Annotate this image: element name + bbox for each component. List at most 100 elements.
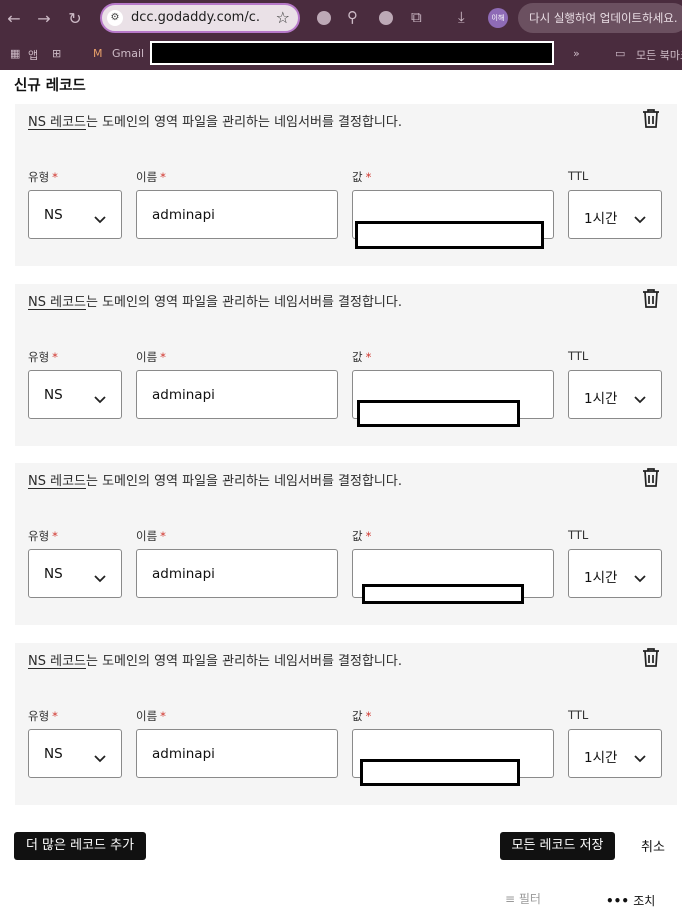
- record-card: NS 레코드는 도메인의 영역 파일을 관리하는 네임서버를 결정합니다. 유형…: [15, 643, 677, 805]
- ttl-label: TTL: [568, 708, 589, 722]
- search-extension-icon[interactable]: ⚲: [347, 8, 358, 26]
- trash-icon: [640, 468, 662, 492]
- ttl-select[interactable]: 1시간: [568, 190, 662, 239]
- record-description: NS 레코드는 도메인의 영역 파일을 관리하는 네임서버를 결정합니다.: [28, 291, 402, 310]
- extension-icon[interactable]: [379, 11, 393, 25]
- filter-button[interactable]: ≡ 필터: [505, 890, 541, 907]
- type-select[interactable]: NS: [28, 729, 122, 778]
- name-input[interactable]: adminapi: [136, 549, 338, 598]
- type-value: NS: [44, 566, 63, 582]
- ttl-value: 1시간: [584, 750, 618, 766]
- type-select[interactable]: NS: [28, 370, 122, 419]
- trash-icon: [640, 289, 662, 313]
- site-settings-icon[interactable]: ⚙: [107, 10, 123, 26]
- type-select[interactable]: NS: [28, 549, 122, 598]
- extension-icon[interactable]: [317, 11, 331, 25]
- bookmarks-overflow[interactable]: »: [573, 47, 580, 60]
- filter-label: 필터: [518, 892, 541, 906]
- forward-button[interactable]: →: [34, 9, 54, 29]
- name-value: adminapi: [152, 566, 215, 582]
- gmail-icon: M: [93, 47, 103, 60]
- ttl-select[interactable]: 1시간: [568, 729, 662, 778]
- name-input[interactable]: adminapi: [136, 370, 338, 419]
- type-value: NS: [44, 746, 63, 762]
- chevron-down-icon: [633, 390, 647, 404]
- type-label: 유형 *: [28, 529, 58, 543]
- ns-record-link[interactable]: NS 레코드: [28, 115, 86, 130]
- type-label: 유형 *: [28, 709, 58, 723]
- trash-icon: [640, 648, 662, 672]
- reload-button[interactable]: ↻: [65, 9, 85, 29]
- chevron-down-icon: [93, 210, 107, 224]
- record-description-text: 는 도메인의 영역 파일을 관리하는 네임서버를 결정합니다.: [86, 295, 402, 310]
- page-title: 신규 레코드: [14, 78, 86, 94]
- delete-record-button[interactable]: [640, 466, 662, 488]
- ttl-value: 1시간: [584, 211, 618, 227]
- chevron-down-icon: [93, 569, 107, 583]
- address-bar[interactable]: ⚙ dcc.godaddy.com/c... ☆: [100, 3, 300, 33]
- record-description: NS 레코드는 도메인의 영역 파일을 관리하는 네임서버를 결정합니다.: [28, 470, 402, 489]
- name-value: adminapi: [152, 207, 215, 223]
- save-all-records-button[interactable]: 모든 레코드 저장: [500, 832, 615, 860]
- update-button[interactable]: 다시 실행하여 업데이트하세요.: [518, 3, 682, 33]
- redaction-box: [360, 759, 520, 786]
- chevron-down-icon: [633, 210, 647, 224]
- profile-avatar[interactable]: 이해: [488, 8, 508, 28]
- name-label: 이름 *: [136, 170, 166, 184]
- download-icon[interactable]: ⤓: [458, 8, 465, 26]
- trash-icon: [640, 109, 662, 133]
- browser-chrome: ← → ↻ ⚙ dcc.godaddy.com/c... ☆ ⚲ ⧉ ⤓ 이해 …: [0, 0, 682, 70]
- record-card: NS 레코드는 도메인의 영역 파일을 관리하는 네임서버를 결정합니다. 유형…: [15, 104, 677, 266]
- chevron-down-icon: [633, 749, 647, 763]
- name-input[interactable]: adminapi: [136, 190, 338, 239]
- name-value: adminapi: [152, 746, 215, 762]
- name-label: 이름 *: [136, 529, 166, 543]
- name-input[interactable]: adminapi: [136, 729, 338, 778]
- ttl-value: 1시간: [584, 570, 618, 586]
- record-card: NS 레코드는 도메인의 영역 파일을 관리하는 네임서버를 결정합니다. 유형…: [15, 284, 677, 446]
- ns-record-link[interactable]: NS 레코드: [28, 474, 86, 489]
- bookmark-apps-icon[interactable]: ▦: [10, 47, 20, 60]
- value-label: 값 *: [352, 170, 372, 184]
- chevron-down-icon: [633, 569, 647, 583]
- delete-record-button[interactable]: [640, 287, 662, 309]
- back-button[interactable]: ←: [4, 9, 24, 29]
- type-label: 유형 *: [28, 170, 58, 184]
- delete-record-button[interactable]: [640, 107, 662, 129]
- type-value: NS: [44, 387, 63, 403]
- record-description: NS 레코드는 도메인의 영역 파일을 관리하는 네임서버를 결정합니다.: [28, 650, 402, 669]
- grid-icon[interactable]: ⊞: [52, 47, 61, 60]
- bookmark-all[interactable]: 모든 북마크: [636, 47, 682, 63]
- name-label: 이름 *: [136, 350, 166, 364]
- value-label: 값 *: [352, 709, 372, 723]
- ttl-select[interactable]: 1시간: [568, 549, 662, 598]
- value-label: 값 *: [352, 350, 372, 364]
- record-card: NS 레코드는 도메인의 영역 파일을 관리하는 네임서버를 결정합니다. 유형…: [15, 463, 677, 625]
- folder-icon: ▭: [615, 47, 626, 60]
- address-url: dcc.godaddy.com/c...: [131, 10, 259, 25]
- filter-icon: ≡: [505, 892, 519, 906]
- cancel-button[interactable]: 취소: [641, 836, 665, 855]
- name-label: 이름 *: [136, 709, 166, 723]
- bookmark-apps[interactable]: 앱: [28, 47, 38, 63]
- bookmark-gmail[interactable]: Gmail: [112, 47, 144, 60]
- redacted-bookmarks: [150, 41, 554, 65]
- redaction-box: [355, 221, 544, 249]
- ns-record-link[interactable]: NS 레코드: [28, 654, 86, 669]
- add-more-records-button[interactable]: 더 많은 레코드 추가: [14, 832, 146, 860]
- record-description-text: 는 도메인의 영역 파일을 관리하는 네임서버를 결정합니다.: [86, 474, 402, 489]
- action-button[interactable]: ••• 조치: [606, 892, 655, 909]
- bookmark-star-icon[interactable]: ☆: [276, 8, 290, 27]
- redaction-box: [362, 584, 524, 604]
- chevron-down-icon: [93, 390, 107, 404]
- ttl-select[interactable]: 1시간: [568, 370, 662, 419]
- type-select[interactable]: NS: [28, 190, 122, 239]
- record-description-text: 는 도메인의 영역 파일을 관리하는 네임서버를 결정합니다.: [86, 654, 402, 669]
- extensions-puzzle-icon[interactable]: ⧉: [411, 8, 422, 26]
- more-icon: •••: [606, 894, 634, 908]
- ttl-label: TTL: [568, 349, 589, 363]
- delete-record-button[interactable]: [640, 646, 662, 668]
- action-label: 조치: [633, 894, 656, 908]
- ns-record-link[interactable]: NS 레코드: [28, 295, 86, 310]
- name-value: adminapi: [152, 387, 215, 403]
